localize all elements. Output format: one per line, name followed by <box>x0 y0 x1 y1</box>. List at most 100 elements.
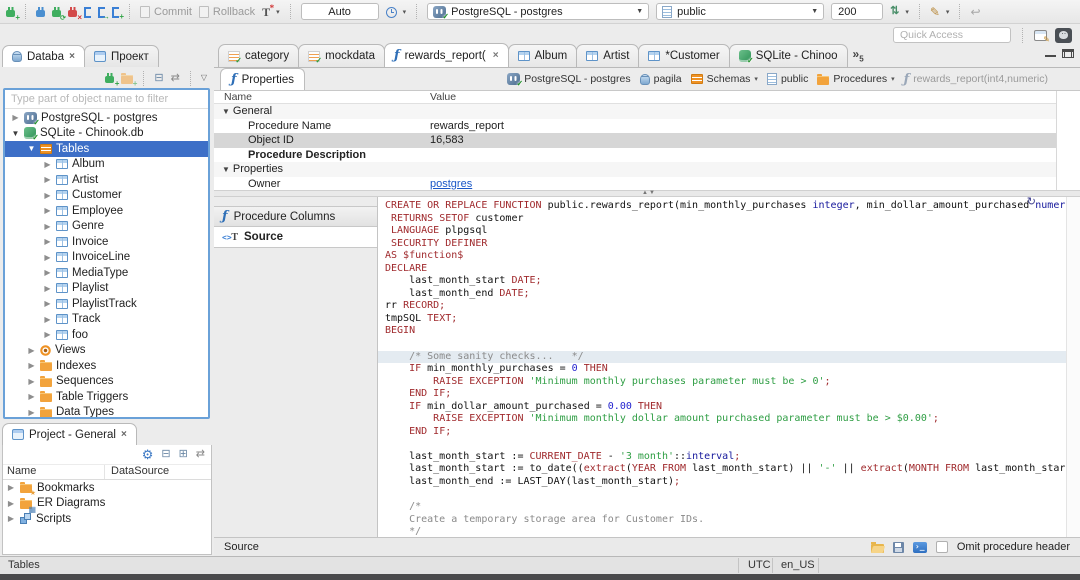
expand-arrow-icon[interactable]: ▶ <box>27 377 36 386</box>
open-perspective-icon[interactable] <box>1034 29 1050 44</box>
tree-item-genre[interactable]: ▶ Genre <box>5 219 208 235</box>
tree-item-invoice[interactable]: ▶ Invoice <box>5 234 208 250</box>
expand-arrow-icon[interactable]: ▶ <box>7 514 15 523</box>
link-with-editor-icon[interactable]: ⇄ <box>171 72 180 84</box>
editor-tab-mockdata[interactable]: mockdata <box>298 44 385 67</box>
disconnect-icon[interactable]: × <box>68 6 82 21</box>
tree-item-sqlite-chinook-db[interactable]: ▼ SQLite - Chinook.db <box>5 126 208 142</box>
property-row-procedure-name[interactable]: Procedure Name rewards_report <box>214 119 1080 134</box>
save-icon[interactable] <box>892 541 904 553</box>
minimize-icon[interactable] <box>1045 55 1054 59</box>
tab-projects[interactable]: Проект <box>83 45 159 67</box>
collapse-arrow-icon[interactable]: ▼ <box>222 107 230 116</box>
refresh-button[interactable]: ⇅ ▾ <box>890 6 909 17</box>
expand-arrow-icon[interactable]: ▶ <box>43 206 52 215</box>
collapse-arrow-icon[interactable]: ▼ <box>222 165 230 174</box>
collapse-arrow-icon[interactable]: ▼ <box>27 144 36 153</box>
expand-arrow-icon[interactable]: ▶ <box>43 315 52 324</box>
tree-item-views[interactable]: ▶ Views <box>5 343 208 359</box>
quick-access-input[interactable]: Quick Access <box>893 27 1011 43</box>
property-row-owner[interactable]: Owner postgres <box>214 177 1080 192</box>
gear-icon[interactable]: ⚙ <box>142 448 154 461</box>
open-sql-script-icon[interactable]: → <box>98 6 110 20</box>
tree-item-foo[interactable]: ▶ foo <box>5 327 208 343</box>
link-with-editor-icon[interactable]: ⇄ <box>196 449 205 460</box>
open-file-icon[interactable] <box>870 541 884 553</box>
subtab-procedure-columns[interactable]: ƒ Procedure Columns <box>214 206 377 227</box>
expand-arrow-icon[interactable]: ▶ <box>7 483 15 492</box>
editor-tab-category[interactable]: category <box>218 44 300 67</box>
status-timezone[interactable]: UTC <box>748 559 771 571</box>
project-item-bookmarks[interactable]: ▶ Bookmarks <box>3 480 211 498</box>
editor-tab-rewards-report-[interactable]: ƒ rewards_report(× <box>383 43 509 67</box>
connect-icon[interactable] <box>36 6 45 17</box>
maximize-icon[interactable] <box>1062 49 1072 58</box>
sql-editor-icon[interactable] <box>84 6 91 18</box>
object-filter-input[interactable] <box>5 90 208 109</box>
transaction-history-button[interactable]: ▾ <box>385 6 406 18</box>
expand-arrow-icon[interactable]: ▶ <box>27 361 36 370</box>
refresh-icon[interactable]: ↻ <box>1027 197 1036 208</box>
breadcrumb-item-procedures[interactable]: Procedures ▾ <box>817 73 895 85</box>
dbeaver-perspective-icon[interactable] <box>1055 27 1072 43</box>
expand-arrow-icon[interactable]: ▶ <box>43 330 52 339</box>
expand-arrow-icon[interactable]: ▶ <box>43 237 52 246</box>
expand-arrow-icon[interactable]: ▶ <box>43 160 52 169</box>
console-icon[interactable] <box>912 541 927 553</box>
collapse-all-icon[interactable]: ⊟ <box>161 449 170 460</box>
rollback-button[interactable]: Rollback <box>198 5 255 18</box>
tree-item-tables[interactable]: ▼ Tables <box>5 141 208 157</box>
tree-item-employee[interactable]: ▶ Employee <box>5 203 208 219</box>
breadcrumb-item-pagila[interactable]: pagila <box>639 73 682 85</box>
chevron-down-icon[interactable]: ▾ <box>754 75 758 83</box>
sash-handle-icon[interactable]: ▲▼ <box>642 190 656 196</box>
tree-item-track[interactable]: ▶ Track <box>5 312 208 328</box>
expand-arrow-icon[interactable]: ▶ <box>43 284 52 293</box>
tree-item-postgresql-postgres[interactable]: ▶ PostgreSQL - postgres <box>5 110 208 127</box>
breadcrumb-item-public[interactable]: public <box>766 73 808 85</box>
collapse-all-icon[interactable]: ⊟ <box>154 72 163 84</box>
expand-arrow-icon[interactable]: ▶ <box>43 175 52 184</box>
chevron-down-icon[interactable]: ▾ <box>891 75 895 83</box>
subtab-source[interactable]: Source <box>214 227 377 248</box>
tree-item-sequences[interactable]: ▶ Sequences <box>5 374 208 390</box>
expand-arrow-icon[interactable]: ▶ <box>43 268 52 277</box>
expand-arrow-icon[interactable]: ▶ <box>7 499 15 508</box>
commit-mode-combo[interactable]: Auto <box>300 3 379 20</box>
reconnect-icon[interactable]: ⟳ <box>52 6 66 22</box>
active-connection-combo[interactable]: PostgreSQL - postgres ▼ <box>427 3 650 21</box>
tree-item-indexes[interactable]: ▶ Indexes <box>5 358 208 374</box>
property-row-procedure-description[interactable]: Procedure Description <box>214 148 1080 163</box>
expand-arrow-icon[interactable]: ▶ <box>27 392 36 401</box>
expand-arrow-icon[interactable]: ▶ <box>43 191 52 200</box>
generate-sql-button[interactable]: ✎ ▾ <box>930 6 950 18</box>
tab-properties[interactable]: ƒ Properties <box>220 68 306 90</box>
property-row-properties[interactable]: ▼ Properties <box>214 162 1080 177</box>
breadcrumb-item-rewards-report-int4-numeric-[interactable]: ƒ rewards_report(int4,numeric) <box>904 73 1048 86</box>
expand-arrow-icon[interactable]: ▶ <box>11 113 20 122</box>
splitter[interactable]: ▲▼ <box>214 190 1080 197</box>
properties-scroll-ruler[interactable] <box>1056 91 1080 191</box>
undo-icon[interactable]: ↩ <box>970 6 980 18</box>
property-value[interactable]: postgres <box>412 178 472 190</box>
tree-item-data-types[interactable]: ▶ Data Types <box>5 405 208 417</box>
tree-item-playlist[interactable]: ▶ Playlist <box>5 281 208 297</box>
commit-button[interactable]: Commit <box>140 5 192 18</box>
column-name[interactable]: Name <box>3 465 105 479</box>
expand-arrow-icon[interactable]: ▶ <box>43 299 52 308</box>
project-item-er-diagrams[interactable]: ▶ ER Diagrams <box>3 496 211 514</box>
view-menu-icon[interactable]: ▽ <box>201 74 207 82</box>
active-schema-combo[interactable]: public ▼ <box>656 3 825 20</box>
new-connection-icon[interactable]: + <box>6 6 20 21</box>
transaction-log-button[interactable]: T▾ <box>262 4 280 18</box>
tab-database-navigator[interactable]: Databa × <box>2 45 85 67</box>
new-sql-script-icon[interactable]: + <box>112 6 124 20</box>
breadcrumb-item-schemas[interactable]: Schemas ▾ <box>690 73 758 85</box>
property-row-object-id[interactable]: Object ID 16,583 <box>214 133 1080 148</box>
tree-item-playlisttrack[interactable]: ▶ PlaylistTrack <box>5 296 208 312</box>
omit-header-checkbox[interactable] <box>935 541 948 553</box>
editor-tab-album[interactable]: Album <box>507 44 578 67</box>
expand-arrow-icon[interactable]: ▶ <box>43 222 52 231</box>
breadcrumb-item-postgresql-postgres[interactable]: PostgreSQL - postgres <box>507 73 631 88</box>
editor-tab-artist[interactable]: Artist <box>576 44 640 67</box>
